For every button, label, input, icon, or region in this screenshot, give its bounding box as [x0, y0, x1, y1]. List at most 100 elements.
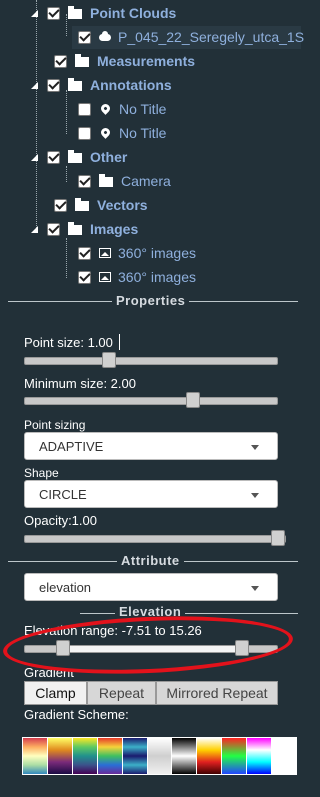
visibility-checkbox[interactable] [78, 174, 91, 188]
tree-item-label: Vectors [97, 197, 148, 213]
visibility-checkbox[interactable] [47, 222, 60, 236]
tree-item-annotations[interactable]: Annotations [31, 74, 172, 96]
visibility-checkbox[interactable] [47, 150, 60, 164]
tree-item-annotation-1[interactable]: No Title [78, 98, 166, 120]
tree-item-label: Point Clouds [90, 5, 177, 21]
expand-arrow-icon[interactable] [31, 153, 38, 161]
opacity-slider[interactable] [24, 530, 286, 546]
visibility-checkbox[interactable] [47, 78, 60, 92]
shape-select[interactable]: CIRCLE [24, 480, 278, 508]
gradient-swatch-rainbow[interactable] [97, 738, 123, 774]
location-pin-icon [99, 101, 112, 115]
tree-item-label: Other [90, 149, 128, 165]
clamp-button[interactable]: Clamp [24, 681, 87, 705]
minimum-size-slider[interactable] [24, 392, 278, 408]
tree-item-label: No Title [119, 101, 167, 117]
expand-arrow-icon[interactable] [31, 9, 38, 17]
chevron-down-icon [251, 493, 259, 498]
text-cursor [119, 334, 120, 350]
visibility-checkbox[interactable] [78, 246, 91, 260]
shape-label: Shape [24, 466, 59, 480]
shape-value: CIRCLE [39, 486, 87, 502]
opacity-slider-handle[interactable] [271, 530, 285, 546]
tree-item-camera[interactable]: Camera [78, 170, 171, 192]
tree-item-360-images-1[interactable]: 360° images [78, 242, 196, 264]
tree-item-label: P_045_22_Seregely_utca_1S [118, 29, 305, 45]
visibility-checkbox[interactable] [78, 270, 91, 284]
gradient-swatch-hsv[interactable] [247, 738, 273, 774]
point-sizing-label: Point sizing [24, 418, 86, 432]
elevation-range-low-handle[interactable] [56, 640, 70, 656]
tree-item-pointcloud[interactable]: P_045_22_Seregely_utca_1S [78, 26, 304, 48]
gradient-label: Gradient [24, 665, 74, 680]
image-icon [99, 248, 111, 258]
folder-icon [68, 150, 82, 163]
tree-item-point-clouds[interactable]: Point Clouds [31, 2, 176, 24]
point-sizing-value: ADAPTIVE [39, 438, 104, 454]
folder-icon [68, 222, 82, 235]
gradient-swatch-hot[interactable] [197, 738, 223, 774]
tree-item-measurements[interactable]: Measurements [54, 50, 195, 72]
scene-tree: Point Clouds P_045_22_Seregely_utca_1S M… [0, 0, 304, 300]
visibility-checkbox[interactable] [54, 54, 67, 68]
visibility-checkbox[interactable] [78, 102, 91, 116]
minimum-size-slider-handle[interactable] [186, 392, 200, 408]
visibility-checkbox[interactable] [47, 6, 60, 20]
tree-item-label: Images [90, 221, 139, 237]
folder-icon [99, 174, 113, 187]
gradient-swatch-spectral[interactable] [23, 738, 48, 774]
point-size-label: Point size: 1.00 [24, 335, 113, 350]
folder-icon [75, 198, 89, 211]
attribute-select[interactable]: elevation [24, 573, 278, 601]
tree-item-label: Measurements [97, 53, 196, 69]
elevation-range-high-handle[interactable] [235, 640, 249, 656]
tree-item-images[interactable]: Images [31, 218, 138, 240]
tree-item-other[interactable]: Other [31, 146, 127, 168]
section-divider [80, 613, 298, 614]
folder-icon [68, 6, 82, 19]
attribute-value: elevation [39, 579, 92, 595]
gradient-swatch-viridis[interactable] [72, 738, 98, 774]
elevation-title: Elevation [115, 604, 186, 619]
tree-item-360-images-2[interactable]: 360° images [78, 266, 196, 288]
tree-item-annotation-2[interactable]: No Title [78, 122, 166, 144]
opacity-label: Opacity:1.00 [24, 513, 97, 528]
gradient-swatch-white[interactable] [272, 738, 296, 774]
expand-arrow-icon[interactable] [31, 81, 38, 89]
point-sizing-select[interactable]: ADAPTIVE [24, 432, 278, 460]
expand-arrow-icon[interactable] [31, 225, 38, 233]
elevation-range-label: Elevation range: -7.51 to 15.26 [24, 623, 202, 638]
elevation-range-slider[interactable] [24, 640, 278, 656]
properties-title: Properties [112, 293, 190, 308]
attribute-title: Attribute [117, 553, 184, 568]
visibility-checkbox[interactable] [54, 198, 67, 212]
visibility-checkbox[interactable] [78, 30, 91, 44]
tree-item-vectors[interactable]: Vectors [54, 194, 148, 216]
gradient-scheme-label: Gradient Scheme: [24, 707, 129, 722]
repeat-button[interactable]: Repeat [87, 681, 156, 705]
gradient-swatch-rgb[interactable] [222, 738, 248, 774]
gradient-swatch-contour[interactable] [122, 738, 148, 774]
tree-item-label: 360° images [118, 269, 196, 285]
point-size-slider-handle[interactable] [102, 352, 116, 368]
mirrored-repeat-button[interactable]: Mirrored Repeat [156, 681, 278, 705]
folder-icon [68, 78, 82, 91]
gradient-mode-buttons: Clamp Repeat Mirrored Repeat [24, 681, 278, 705]
gradient-scheme-swatches [22, 737, 297, 775]
tree-item-label: Annotations [90, 77, 172, 93]
tree-item-label: Camera [121, 173, 171, 189]
minimum-size-label: Minimum size: 2.00 [24, 376, 136, 391]
tree-item-label: 360° images [118, 245, 196, 261]
tree-item-label: No Title [119, 125, 167, 141]
gradient-swatch-grayscale[interactable] [172, 738, 198, 774]
chevron-down-icon [251, 586, 259, 591]
folder-icon [75, 54, 89, 67]
gradient-swatch-light[interactable] [147, 738, 173, 774]
gradient-swatch-yellow-green[interactable] [47, 738, 73, 774]
elevation-range-fill [63, 645, 243, 653]
point-size-slider[interactable] [24, 352, 278, 368]
cloud-icon [99, 30, 111, 41]
chevron-down-icon [251, 445, 259, 450]
location-pin-icon [99, 125, 112, 139]
visibility-checkbox[interactable] [78, 126, 91, 140]
